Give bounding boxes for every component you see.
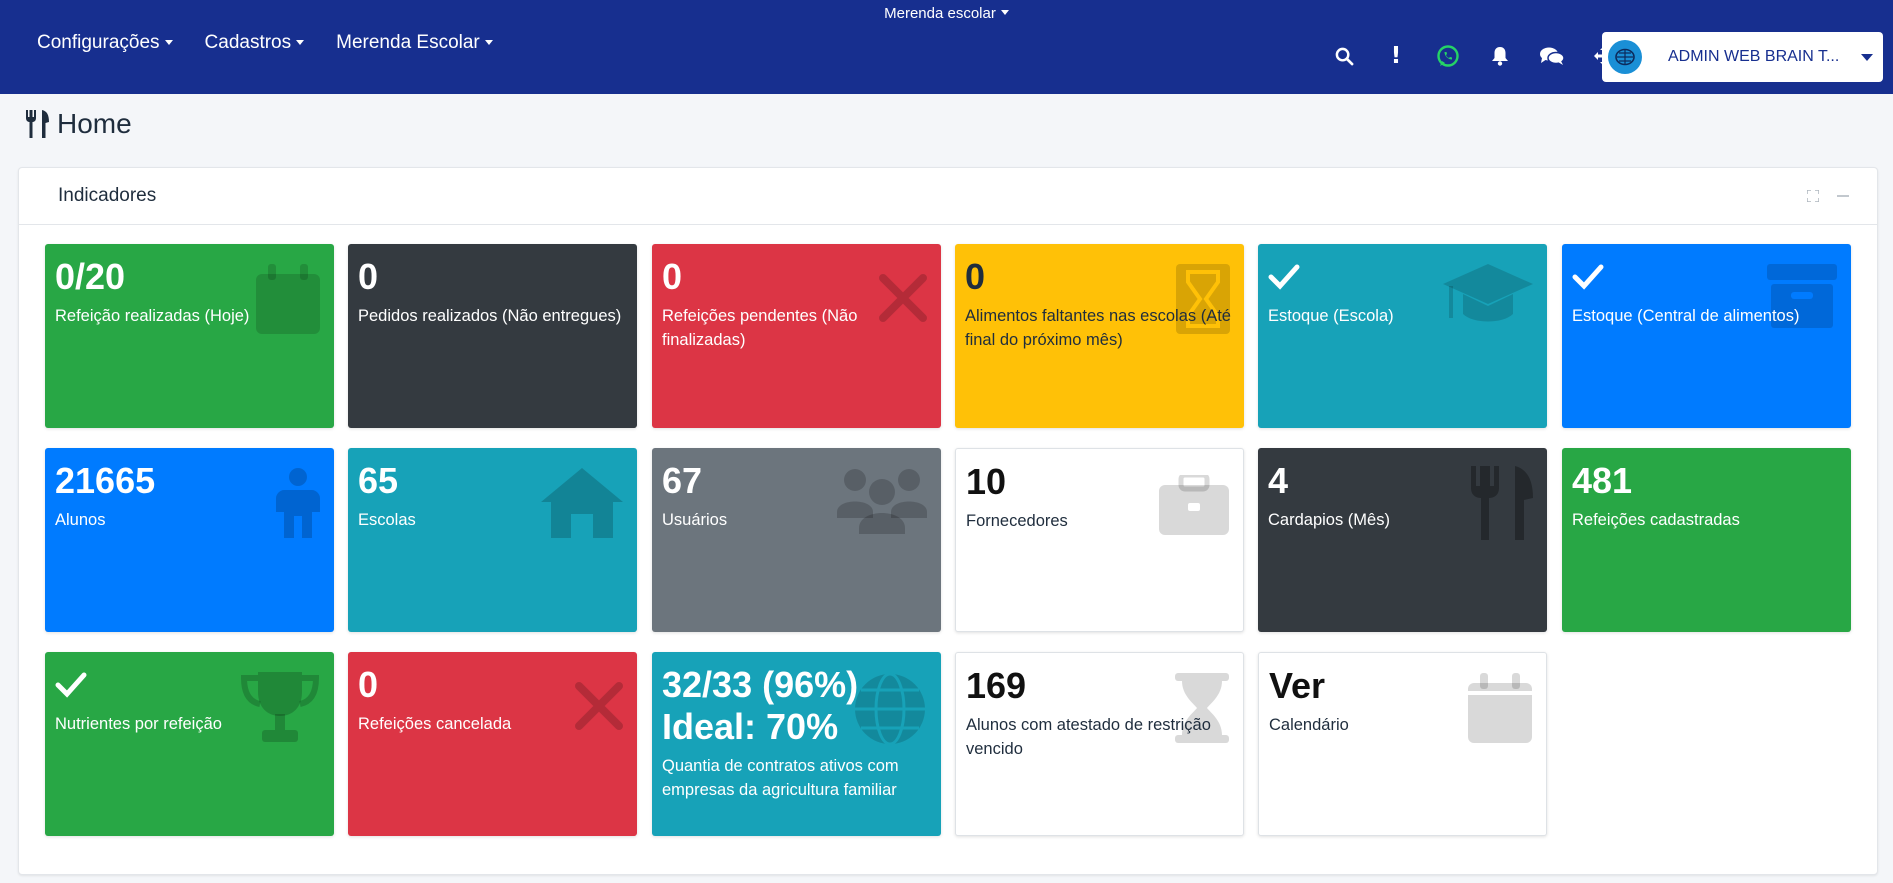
minimize-icon[interactable] xyxy=(1837,190,1849,202)
main-menu: Configurações Cadastros Merenda Escolar xyxy=(37,32,493,54)
tile-value: 65 xyxy=(358,460,399,501)
whatsapp-icon[interactable] xyxy=(1422,40,1474,72)
tile-fornecedores[interactable]: 10 Fornecedores xyxy=(955,448,1244,632)
utensils-icon xyxy=(26,110,49,138)
tile-value: 21665 xyxy=(55,460,156,501)
tile-cardapios[interactable]: 4 Cardapios (Mês) xyxy=(1258,448,1547,632)
tile-nutrientes[interactable]: Nutrientes por refeição xyxy=(45,652,334,836)
tile-value: Ver xyxy=(1269,665,1326,706)
tile-alimentos-faltantes[interactable]: 0 Alimentos faltantes nas escolas (Até f… xyxy=(955,244,1244,428)
tile-value: 169 xyxy=(966,665,1027,706)
tile-pedidos-realizados[interactable]: 0 Pedidos realizados (Não entregues) xyxy=(348,244,637,428)
menu-merenda-escolar[interactable]: Merenda Escolar xyxy=(336,32,493,54)
card-tools xyxy=(1807,190,1849,202)
bell-icon[interactable] xyxy=(1474,40,1526,72)
tile-label: Refeições cadastradas xyxy=(1572,511,1740,529)
tile-label: Calendário xyxy=(1269,716,1349,734)
tile-value: 0 xyxy=(965,256,986,297)
tile-label: Nutrientes por refeição xyxy=(55,715,222,733)
tile-refeicoes-cadastradas[interactable]: 481 Refeições cadastradas xyxy=(1562,448,1851,632)
tile-label: Fornecedores xyxy=(966,512,1068,530)
tile-atestado-vencido[interactable]: 169 Alunos com atestado de restrição ven… xyxy=(955,652,1244,836)
tile-label: Refeições pendentes (Não finalizadas) xyxy=(662,307,858,349)
check-icon xyxy=(1268,264,1300,290)
card-header: Indicadores xyxy=(19,168,1877,225)
check-icon xyxy=(55,672,87,698)
tile-refeicoes-realizadas[interactable]: 0/20 Refeição realizadas (Hoje) xyxy=(45,244,334,428)
top-navbar: Merenda escolar Configurações Cadastros … xyxy=(0,0,1893,94)
tile-calendario[interactable]: Ver Calendário xyxy=(1258,652,1547,836)
tile-value: 32/33 (96%) xyxy=(662,664,859,705)
check-icon xyxy=(1572,264,1604,290)
menu-configuracoes[interactable]: Configurações xyxy=(37,32,173,54)
system-selector: Merenda escolar xyxy=(0,5,1893,22)
tile-refeicoes-canceladas[interactable]: 0 Refeições cancelada xyxy=(348,652,637,836)
tile-label: Estoque (Escola) xyxy=(1268,307,1394,325)
alert-icon[interactable]: ! xyxy=(1370,40,1422,72)
tile-alunos[interactable]: 21665 Alunos xyxy=(45,448,334,632)
tile-label: Alunos com atestado de restrição vencido xyxy=(966,716,1211,758)
menu-cadastros[interactable]: Cadastros xyxy=(205,32,305,54)
tile-value: 67 xyxy=(662,460,703,501)
tile-label: Refeições cancelada xyxy=(358,715,512,733)
tile-refeicoes-pendentes[interactable]: 0 Refeições pendentes (Não finalizadas) xyxy=(652,244,941,428)
tile-label: Alunos xyxy=(55,511,106,529)
system-select-toggle[interactable]: Merenda escolar xyxy=(884,5,1009,22)
navbar-icons: ! xyxy=(1318,40,1630,72)
user-name: ADMIN WEB BRAIN T... xyxy=(1668,48,1840,65)
tile-estoque-central[interactable]: Estoque (Central de alimentos) xyxy=(1562,244,1851,428)
tile-label: Cardapios (Mês) xyxy=(1268,511,1390,529)
tile-value: 10 xyxy=(966,461,1007,502)
tile-usuarios[interactable]: 67 Usuários xyxy=(652,448,941,632)
tile-value-ideal: Ideal: 70% xyxy=(662,706,839,747)
chevron-down-icon xyxy=(1861,53,1873,61)
search-icon[interactable] xyxy=(1318,40,1370,72)
tile-value: 0 xyxy=(358,664,379,705)
tile-label: Alimentos faltantes nas escolas (Até fin… xyxy=(965,307,1231,349)
page-title-text: Home xyxy=(57,108,132,139)
user-menu[interactable]: ADMIN WEB BRAIN T... xyxy=(1602,32,1883,82)
tile-estoque-escola[interactable]: Estoque (Escola) xyxy=(1258,244,1547,428)
tile-label: Estoque (Central de alimentos) xyxy=(1572,307,1800,325)
alert-glyph: ! xyxy=(1390,43,1402,69)
tile-value: 4 xyxy=(1268,460,1289,501)
tile-value: 0 xyxy=(662,256,683,297)
tile-escolas[interactable]: 65 Escolas xyxy=(348,448,637,632)
tile-value: 0/20 xyxy=(55,256,126,297)
tile-label: Usuários xyxy=(662,511,728,529)
tile-label: Escolas xyxy=(358,511,416,529)
avatar xyxy=(1608,40,1642,74)
tile-label: Pedidos realizados (Não entregues) xyxy=(358,307,622,325)
tile-contratos-agricultura[interactable]: 32/33 (96%) Ideal: 70% Quantia de contra… xyxy=(652,652,941,836)
tile-value: 481 xyxy=(1572,460,1633,501)
tile-label: Refeição realizadas (Hoje) xyxy=(55,307,250,325)
chat-icon[interactable] xyxy=(1526,40,1578,72)
card-title: Indicadores xyxy=(58,185,157,206)
tile-value: 0 xyxy=(358,256,379,297)
tile-label: Quantia de contratos ativos com empresas… xyxy=(662,757,899,799)
page-title: Home xyxy=(25,108,132,140)
expand-icon[interactable] xyxy=(1807,190,1819,202)
